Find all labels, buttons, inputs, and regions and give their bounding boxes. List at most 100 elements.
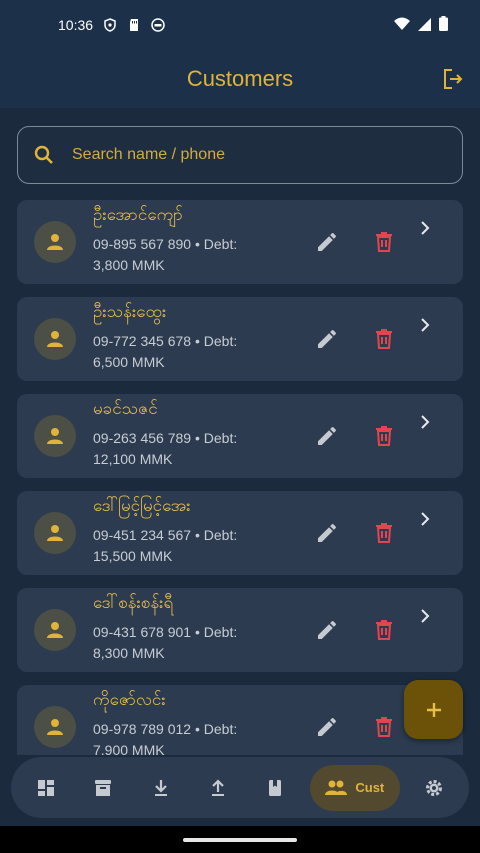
delete-button[interactable] (372, 230, 396, 254)
wifi-icon (394, 16, 410, 35)
customer-card[interactable]: ဒေါ်စန်းစန်းရီ 09-431 678 901 • Debt: 8,… (17, 588, 463, 672)
status-left: 10:36 (58, 17, 165, 33)
customer-details: 09-772 345 678 • Debt: 6,500 MMK (93, 333, 238, 370)
debt-label: Debt: (203, 333, 238, 349)
nav-customers[interactable]: Cust (309, 764, 400, 811)
pencil-icon (318, 329, 336, 348)
customer-phone: 09-772 345 678 (93, 333, 192, 349)
customer-phone: 09-431 678 901 (93, 624, 192, 640)
person-icon (47, 331, 63, 347)
delete-button[interactable] (372, 521, 396, 545)
page-title: Customers (186, 66, 294, 91)
settings-icon (426, 779, 443, 796)
edit-button[interactable] (315, 327, 339, 351)
open-customer-button[interactable] (415, 509, 435, 529)
customer-details: 09-431 678 901 • Debt: 8,300 MMK (93, 624, 238, 661)
person-icon (47, 525, 63, 541)
chevron-right-icon (421, 318, 430, 332)
customer-phone: 09-451 234 567 (93, 527, 192, 543)
customer-name: ဦးသန်းထွေး (93, 302, 167, 322)
nav-dashboard[interactable] (23, 765, 69, 811)
search-bar (17, 126, 463, 184)
trash-icon (376, 717, 392, 737)
logout-button[interactable] (440, 66, 466, 92)
bottom-navigation: Cust (11, 757, 469, 818)
add-customer-button[interactable] (404, 680, 463, 739)
upload-icon (211, 778, 224, 796)
customer-debt: 15,500 MMK (93, 548, 173, 564)
nav-archive[interactable] (80, 765, 126, 811)
delete-button[interactable] (372, 618, 396, 642)
customer-card[interactable]: ဦးသန်းထွေး 09-772 345 678 • Debt: 6,500 … (17, 297, 463, 381)
customer-details: 09-978 789 012 • Debt: 7,900 MMK (93, 719, 283, 755)
customer-phone: 09-263 456 789 (93, 430, 192, 446)
nav-download[interactable] (138, 765, 184, 811)
customer-card[interactable]: ဒေါ်မြင့်မြင့်အေး 09-451 234 567 • Debt:… (17, 491, 463, 575)
customer-card[interactable]: ကိုဇော်လင်း 09-978 789 012 • Debt: 7,900… (17, 685, 463, 755)
debt-label: Debt: (203, 624, 238, 640)
status-right (394, 15, 448, 35)
customer-name: ဒေါ်စန်းစန်းရီ (93, 593, 174, 613)
nav-customers-label: Cust (355, 780, 385, 795)
sd-card-icon (127, 18, 141, 32)
edit-button[interactable] (315, 715, 339, 739)
edit-button[interactable] (315, 618, 339, 642)
customer-debt: 6,500 MMK (93, 354, 165, 370)
open-customer-button[interactable] (415, 315, 435, 335)
customer-details: 09-895 567 890 • Debt: 3,800 MMK (93, 236, 238, 273)
download-icon (154, 779, 167, 796)
avatar (34, 415, 76, 457)
nav-ledger[interactable] (252, 765, 298, 811)
trash-icon (376, 523, 392, 543)
person-icon (47, 719, 63, 735)
nav-upload[interactable] (195, 765, 241, 811)
book-icon (269, 779, 282, 796)
person-icon (47, 622, 63, 638)
customer-card[interactable]: ဦးအောင်ကျော် 09-895 567 890 • Debt: 3,80… (17, 200, 463, 284)
pencil-icon (318, 426, 336, 445)
customer-debt: 8,300 MMK (93, 645, 165, 661)
app-notification-icon (151, 18, 165, 32)
person-icon (47, 428, 63, 444)
nav-settings[interactable] (411, 765, 457, 811)
logout-icon (444, 69, 463, 89)
customer-debt: 3,800 MMK (93, 257, 165, 273)
open-customer-button[interactable] (415, 218, 435, 238)
delete-button[interactable] (372, 424, 396, 448)
open-customer-button[interactable] (415, 606, 435, 626)
delete-button[interactable] (372, 715, 396, 739)
customer-name: ဒေါ်မြင့်မြင့်အေး (93, 496, 191, 516)
pencil-icon (318, 523, 336, 542)
customer-phone: 09-895 567 890 (93, 236, 192, 252)
customer-card[interactable]: မခင်သဇင် 09-263 456 789 • Debt: 12,100 M… (17, 394, 463, 478)
people-icon (325, 780, 348, 795)
pencil-icon (318, 232, 336, 251)
customer-name: ဦးအောင်ကျော် (93, 205, 183, 225)
avatar (34, 512, 76, 554)
edit-button[interactable] (315, 424, 339, 448)
customer-debt: 7,900 MMK (93, 742, 165, 755)
debt-label: Debt: (203, 721, 238, 737)
app-bar: Customers (0, 50, 480, 108)
debt-label: Debt: (203, 236, 238, 252)
customer-name: မခင်သဇင် (93, 399, 158, 419)
customer-details: 09-263 456 789 • Debt: 12,100 MMK (93, 430, 238, 467)
status-bar: 10:36 (0, 0, 480, 50)
debt-label: Debt: (203, 430, 238, 446)
trash-icon (376, 329, 392, 349)
delete-button[interactable] (372, 327, 396, 351)
home-indicator[interactable] (183, 838, 297, 842)
open-customer-button[interactable] (415, 412, 435, 432)
search-icon (34, 145, 53, 164)
archive-icon (95, 779, 112, 796)
search-input[interactable] (72, 146, 432, 164)
edit-button[interactable] (315, 521, 339, 545)
avatar (34, 318, 76, 360)
edit-button[interactable] (315, 230, 339, 254)
trash-icon (376, 620, 392, 640)
shield-icon (103, 18, 117, 32)
customer-details: 09-451 234 567 • Debt: 15,500 MMK (93, 527, 238, 564)
customer-list: ဦးအောင်ကျော် 09-895 567 890 • Debt: 3,80… (17, 200, 463, 755)
chevron-right-icon (421, 609, 430, 623)
customer-name: ကိုဇော်လင်း (93, 690, 166, 710)
